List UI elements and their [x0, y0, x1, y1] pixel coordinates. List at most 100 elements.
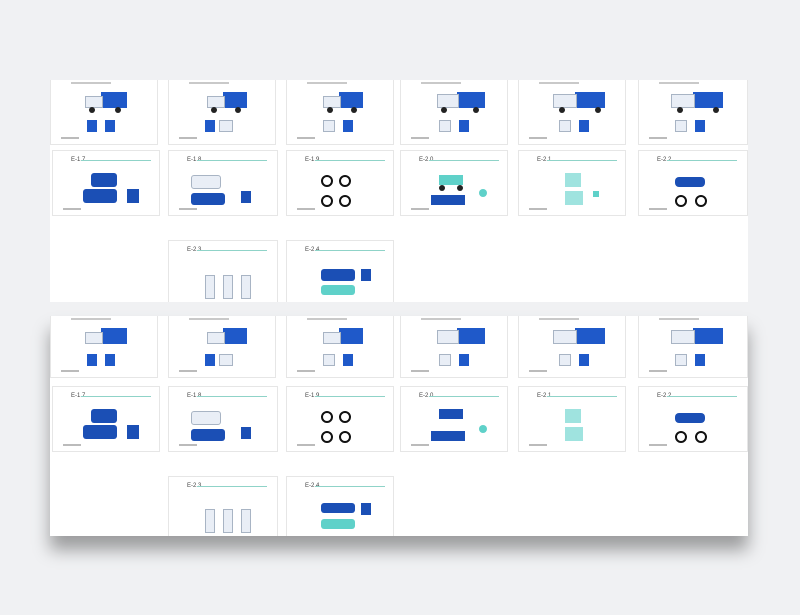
van-icon [91, 409, 117, 423]
truck-front-icon [439, 354, 451, 366]
truck-back-icon [343, 120, 353, 132]
truck-back-icon [105, 354, 115, 366]
text-line [421, 82, 461, 84]
bicycle-wheel [339, 195, 351, 207]
footer-line [649, 444, 667, 446]
truck-icon [457, 328, 485, 344]
footer-line [297, 370, 315, 372]
signboard-icon [241, 275, 251, 299]
card-truck-5 [518, 80, 626, 145]
card-truck-3 [286, 316, 394, 378]
card-truck-4 [400, 80, 508, 145]
bus-icon [321, 519, 355, 529]
truck-back-icon [579, 120, 589, 132]
wheel-icon [559, 107, 565, 113]
card-e19: E-1.9 [286, 150, 394, 216]
text-line [307, 82, 347, 84]
van-icon [191, 411, 221, 425]
rule-line [197, 396, 267, 397]
card-e21: E-2.1 [518, 150, 626, 216]
cargo-box-icon [565, 191, 583, 205]
truck-back-icon [219, 120, 233, 132]
text-line [539, 82, 579, 84]
motorcycle-wheel [675, 431, 687, 443]
wheel-icon [595, 107, 601, 113]
signboard-icon [223, 275, 233, 299]
truck-front-icon [323, 354, 335, 366]
truck-back-icon [459, 354, 469, 366]
footer-line [411, 444, 429, 446]
rule-line [667, 160, 737, 161]
truck-cab [85, 96, 103, 108]
footer-line [649, 370, 667, 372]
tricycle-icon [431, 195, 465, 205]
text-line [539, 318, 579, 320]
bus-icon [321, 269, 355, 281]
text-line [189, 318, 229, 320]
motorcycle-wheel [695, 195, 707, 207]
wheel-icon [713, 107, 719, 113]
rule-line [315, 396, 385, 397]
bus-front-icon [361, 503, 371, 515]
text-line [189, 82, 229, 84]
footer-line [179, 444, 197, 446]
cargo-box-icon [565, 427, 583, 441]
truck-front-icon [87, 120, 97, 132]
bus-icon [321, 285, 355, 295]
bicycle-wheel [339, 431, 351, 443]
wheel-icon [235, 107, 241, 113]
text-line [659, 82, 699, 84]
card-e20: E-2.0 [400, 386, 508, 452]
truck-front-icon [205, 354, 215, 366]
signboard-icon [205, 509, 215, 533]
bus-icon [321, 503, 355, 513]
wheel-icon [327, 107, 333, 113]
van-icon [191, 193, 225, 205]
wheel-icon [89, 107, 95, 113]
truck-back-icon [219, 354, 233, 366]
card-e23: E-2.3 [168, 476, 278, 536]
rule-line [197, 160, 267, 161]
bus-front-icon [361, 269, 371, 281]
rule-line [667, 396, 737, 397]
bicycle-icon [321, 431, 333, 443]
truck-cab [207, 332, 225, 344]
card-e18: E-1.8 [168, 386, 278, 452]
truck-front-icon [323, 120, 335, 132]
footer-line [179, 208, 197, 210]
truck-front-icon [559, 354, 571, 366]
cargo-box-icon [565, 409, 581, 423]
text-line [659, 318, 699, 320]
bicycle-wheel [339, 411, 351, 423]
card-truck-2 [168, 316, 276, 378]
text-line [307, 318, 347, 320]
bicycle-icon [321, 195, 333, 207]
rule-line [315, 250, 385, 251]
card-e24: E-2.4 [286, 240, 394, 302]
footer-line [179, 137, 197, 139]
footer-line [529, 137, 547, 139]
card-e19: E-1.9 [286, 386, 394, 452]
card-truck-2 [168, 80, 276, 145]
bicycle-icon [321, 175, 333, 187]
text-line [71, 318, 111, 320]
card-truck-4 [400, 316, 508, 378]
truck-front-icon [675, 354, 687, 366]
truck-cab [207, 96, 225, 108]
truck-back-icon [105, 120, 115, 132]
truck-front-icon [559, 120, 571, 132]
card-truck-1 [50, 80, 158, 145]
van-icon [91, 173, 117, 187]
wheel-icon [351, 107, 357, 113]
footer-line [297, 444, 315, 446]
truck-cab [85, 332, 103, 344]
rule-line [429, 160, 499, 161]
tricycle-icon [439, 409, 463, 419]
card-e24: E-2.4 [286, 476, 394, 536]
footer-line [179, 370, 197, 372]
signal-icon [593, 191, 599, 197]
wheel-icon [211, 107, 217, 113]
truck-front-icon [205, 120, 215, 132]
rule-line [197, 486, 267, 487]
card-truck-6 [638, 80, 748, 145]
